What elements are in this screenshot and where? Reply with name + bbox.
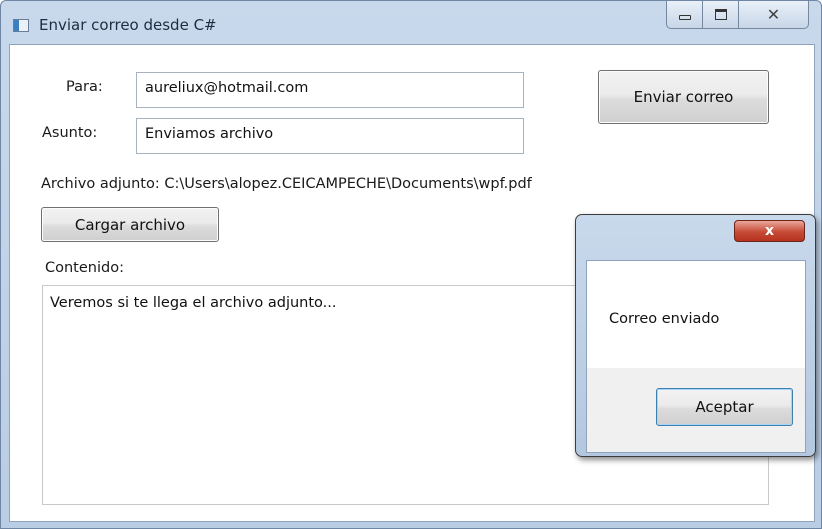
window-title: Enviar correo desde C# [39, 16, 217, 34]
minimize-icon [678, 15, 691, 20]
dialog-client-area: Correo enviado Aceptar [586, 260, 806, 453]
close-icon: ✕ [766, 5, 781, 24]
content-label: Contenido: [45, 260, 124, 276]
attachment-path-text: Archivo adjunto: C:\Users\alopez.CEICAMP… [41, 176, 532, 192]
close-button[interactable]: ✕ [739, 1, 809, 29]
para-label: Para: [66, 79, 103, 95]
dialog-message-panel: Correo enviado [587, 261, 805, 368]
maximize-icon [714, 9, 727, 20]
accept-button[interactable]: Aceptar [656, 388, 793, 426]
send-email-button[interactable]: Enviar correo [598, 70, 769, 124]
minimize-button[interactable] [666, 1, 703, 29]
asunto-input[interactable]: Enviamos archivo [136, 118, 524, 154]
message-box-dialog: x Correo enviado Aceptar [575, 214, 816, 457]
para-input[interactable]: aureliux@hotmail.com [136, 72, 524, 108]
load-file-button[interactable]: Cargar archivo [41, 207, 219, 242]
title-bar[interactable]: Enviar correo desde C# ✕ [1, 1, 821, 43]
dialog-close-button[interactable]: x [734, 220, 805, 242]
window-icon [13, 19, 29, 32]
asunto-label: Asunto: [42, 125, 98, 141]
caption-buttons: ✕ [666, 1, 809, 29]
close-icon: x [764, 223, 775, 239]
dialog-message: Correo enviado [609, 311, 720, 327]
maximize-button[interactable] [703, 1, 739, 29]
